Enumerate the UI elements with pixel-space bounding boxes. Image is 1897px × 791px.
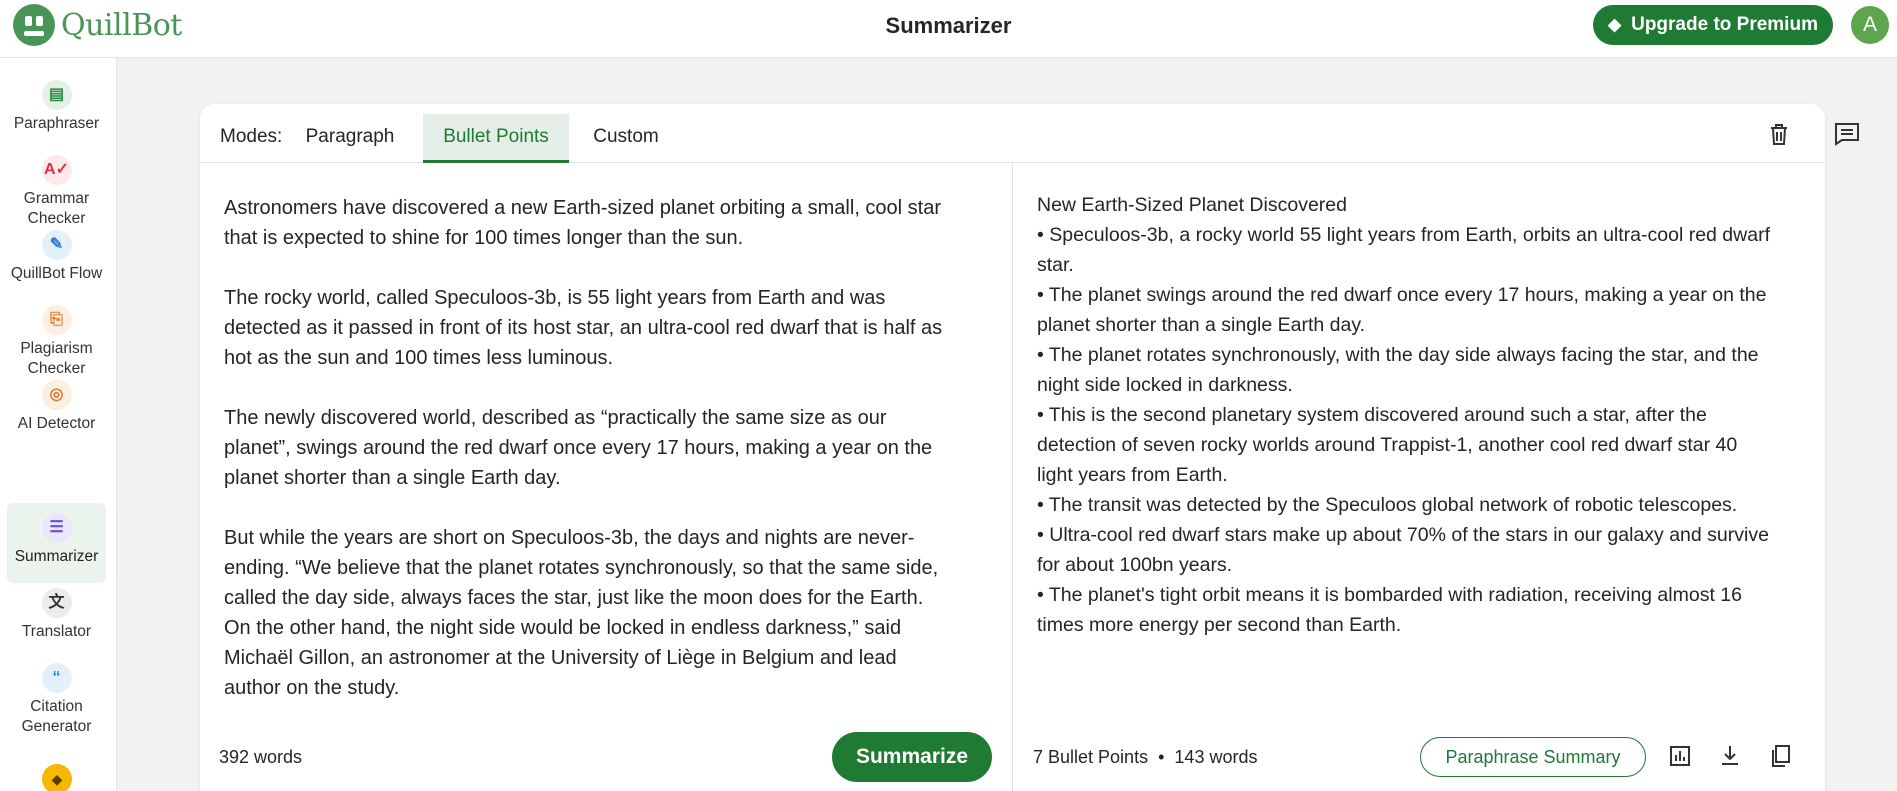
sidebar-item-translator[interactable]: 文 Translator	[7, 578, 106, 652]
summary-word-count: 143 words	[1174, 747, 1258, 767]
paraphraser-icon: ▤	[41, 80, 72, 110]
summarizer-icon: ☰	[41, 513, 72, 543]
input-word-count: 392 words	[219, 747, 303, 767]
sidebar-item-label: Translator	[21, 623, 92, 640]
copy-icon[interactable]	[1766, 741, 1794, 771]
summary-bullet: • The planet swings around the red dwarf…	[1037, 284, 1767, 336]
summary-bullet: • The planet's tight orbit means it is b…	[1037, 584, 1742, 636]
download-icon[interactable]	[1716, 741, 1744, 771]
sidebar-item-label: AI Detector	[17, 415, 96, 432]
sidebar-item-quillbot-flow[interactable]: ✎ QuillBot Flow	[7, 220, 106, 294]
sidebar-item-label: QuillBot Flow	[10, 265, 103, 282]
input-text-area[interactable]: Astronomers have discovered a new Earth-…	[224, 193, 944, 713]
translator-icon: 文	[41, 588, 72, 618]
sidebar-item-summarizer[interactable]: ☰ Summarizer	[7, 503, 106, 583]
summary-bullet: • The planet rotates synchronously, with…	[1037, 344, 1759, 396]
summarizer-card: Modes: Paragraph Bullet Points Custom As…	[200, 104, 1825, 791]
summary-output: New Earth-Sized Planet Discovered • Spec…	[1037, 190, 1777, 640]
citation-icon: “	[41, 663, 72, 693]
summarize-button[interactable]: Summarize	[832, 732, 992, 782]
sidebar-item-plagiarism-checker[interactable]: ⎘ Plagiarism Checker	[7, 295, 106, 377]
input-paragraph: But while the years are short on Speculo…	[224, 527, 939, 699]
tab-paragraph[interactable]: Paragraph	[301, 114, 399, 163]
tab-custom[interactable]: Custom	[586, 114, 666, 163]
stats-separator: •	[1158, 747, 1165, 767]
summary-bullet: • This is the second planetary system di…	[1037, 404, 1738, 486]
ai-detector-icon: ◎	[41, 380, 72, 410]
panel-divider	[1012, 163, 1013, 791]
summary-bullet: • The transit was detected by the Specul…	[1037, 494, 1738, 516]
sidebar-item-label: Citation Generator	[21, 698, 92, 735]
input-paragraph: The newly discovered world, described as…	[224, 407, 933, 489]
statistics-icon[interactable]	[1666, 741, 1694, 771]
sidebar-item-citation-generator[interactable]: “ Citation Generator	[7, 653, 106, 735]
trash-icon[interactable]	[1768, 122, 1790, 152]
diamond-icon: ◆	[1608, 15, 1622, 34]
modes-label: Modes:	[220, 126, 283, 147]
bullet-count: 7 Bullet Points	[1033, 747, 1149, 767]
input-paragraph: Astronomers have discovered a new Earth-…	[224, 197, 942, 249]
plagiarism-checker-icon: ⎘	[41, 305, 72, 335]
grammar-checker-icon: A✓	[41, 155, 72, 185]
sidebar-item-label: Summarizer	[14, 548, 99, 565]
tab-bullet-points[interactable]: Bullet Points	[423, 114, 569, 163]
top-bar: QuillBot Summarizer ◆ Upgrade to Premium…	[0, 0, 1897, 58]
summary-heading: New Earth-Sized Planet Discovered	[1037, 194, 1347, 216]
comment-icon[interactable]	[1834, 122, 1860, 153]
sidebar-item-ai-detector[interactable]: ◎ AI Detector	[7, 370, 106, 444]
upgrade-label: Upgrade to Premium	[1631, 14, 1818, 35]
sidebar-item-label: Paraphraser	[13, 115, 100, 132]
avatar[interactable]: A	[1851, 6, 1889, 44]
summary-bullet: • Ultra-cool red dwarf stars make up abo…	[1037, 524, 1769, 576]
upgrade-to-premium-button[interactable]: ◆ Upgrade to Premium	[1593, 5, 1833, 45]
summary-stats: 7 Bullet Points • 143 words	[1033, 747, 1257, 768]
flow-icon: ✎	[41, 230, 72, 260]
summary-bullet: • Speculoos-3b, a rocky world 55 light y…	[1037, 224, 1770, 276]
premium-diamond-icon[interactable]: ◆	[42, 764, 72, 791]
sidebar-item-grammar-checker[interactable]: A✓ Grammar Checker	[7, 145, 106, 227]
input-paragraph: The rocky world, called Speculoos-3b, is…	[224, 287, 943, 369]
paraphrase-summary-button[interactable]: Paraphrase Summary	[1420, 737, 1646, 777]
modes-bar: Modes: Paragraph Bullet Points Custom	[200, 104, 1825, 163]
sidebar: ▤ Paraphraser A✓ Grammar Checker ✎ Quill…	[0, 58, 117, 791]
sidebar-item-paraphraser[interactable]: ▤ Paraphraser	[7, 70, 106, 144]
